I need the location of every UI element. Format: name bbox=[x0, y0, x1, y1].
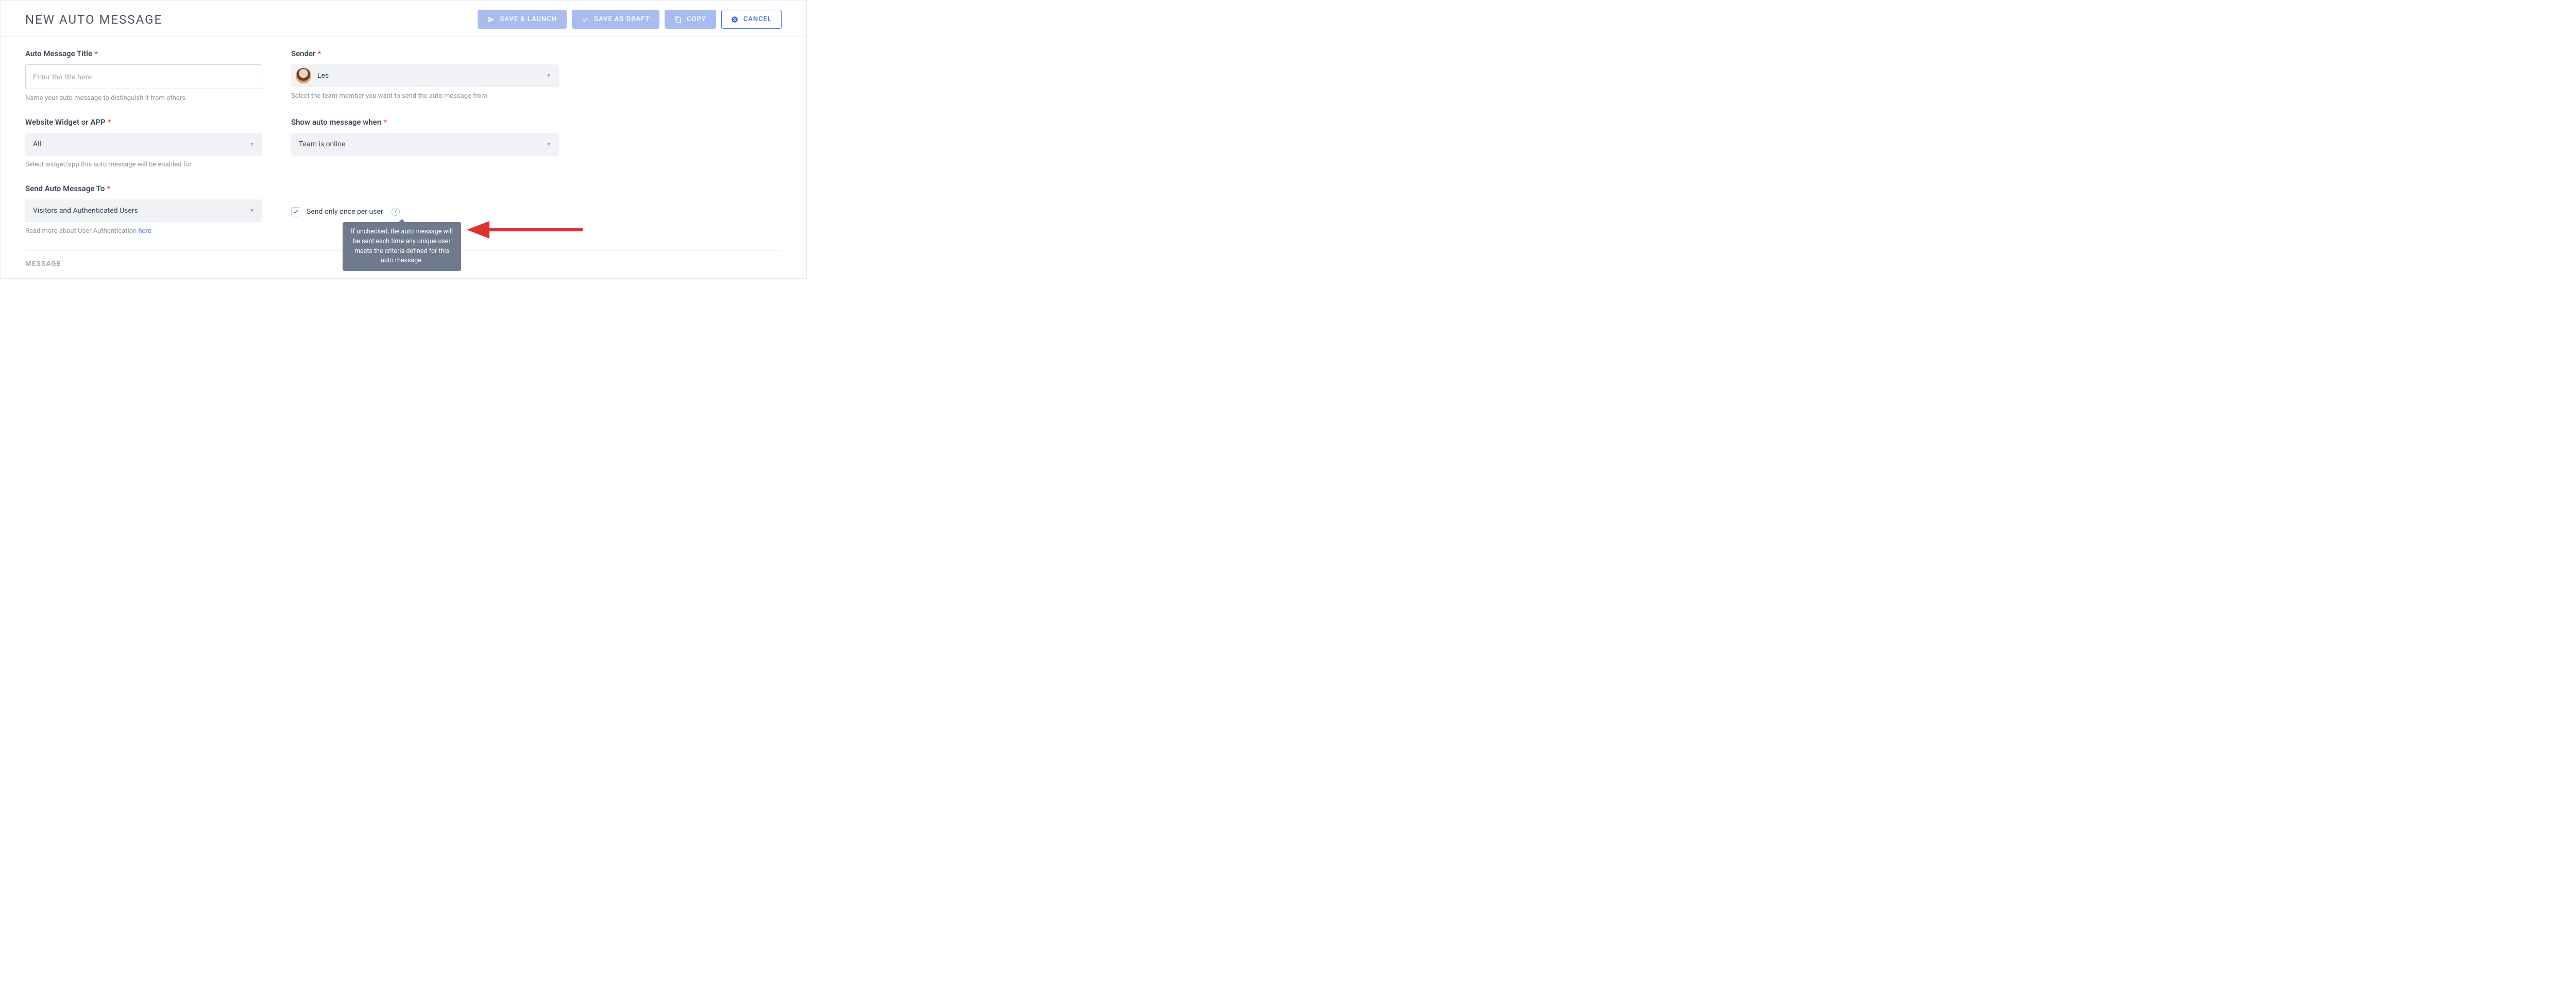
field-show-when: Show auto message when* Team is online ▼ bbox=[291, 117, 559, 168]
copy-button[interactable]: COPY bbox=[665, 10, 716, 29]
copy-icon bbox=[674, 16, 682, 23]
chevron-down-icon: ▼ bbox=[546, 142, 551, 147]
cancel-icon bbox=[731, 16, 738, 23]
label-title: Auto Message Title* bbox=[25, 49, 262, 58]
show-when-value: Team is online bbox=[299, 140, 345, 148]
chevron-down-icon: ▼ bbox=[546, 73, 551, 79]
required-asterisk: * bbox=[94, 49, 98, 58]
chevron-down-icon: ▼ bbox=[249, 208, 255, 214]
field-widget: Website Widget or APP* All ▼ Select widg… bbox=[25, 117, 262, 168]
chevron-down-icon: ▼ bbox=[249, 142, 255, 147]
auth-link[interactable]: here bbox=[138, 227, 151, 235]
field-send-to: Send Auto Message To* Visitors and Authe… bbox=[25, 184, 262, 235]
send-once-tooltip: If unchecked, the auto message will be s… bbox=[343, 222, 461, 271]
required-asterisk: * bbox=[108, 117, 111, 127]
save-draft-label: SAVE AS DRAFT bbox=[594, 15, 650, 23]
checkmark-icon bbox=[293, 209, 299, 215]
send-once-label: Send only once per user bbox=[307, 208, 383, 216]
send-once-row: Send only once per user ? bbox=[291, 207, 559, 216]
send-to-value: Visitors and Authenticated Users bbox=[33, 207, 138, 215]
widget-value: All bbox=[33, 140, 41, 148]
send-once-checkbox[interactable] bbox=[291, 207, 300, 216]
page-header: NEW AUTO MESSAGE SAVE & LAUNCH SAVE AS D… bbox=[1, 1, 806, 37]
field-sender: Sender* Les ▼ Select the team member you… bbox=[291, 49, 559, 102]
page-title: NEW AUTO MESSAGE bbox=[25, 12, 162, 27]
save-launch-button[interactable]: SAVE & LAUNCH bbox=[478, 10, 567, 29]
label-send-to: Send Auto Message To* bbox=[25, 184, 262, 193]
check-icon bbox=[582, 16, 589, 23]
show-when-select[interactable]: Team is online ▼ bbox=[291, 133, 559, 156]
required-asterisk: * bbox=[107, 184, 110, 193]
label-show-when: Show auto message when* bbox=[291, 117, 559, 127]
help-sender: Select the team member you want to send … bbox=[291, 92, 559, 100]
cancel-label: CANCEL bbox=[743, 15, 772, 23]
paper-plane-icon bbox=[487, 16, 495, 23]
title-input[interactable] bbox=[25, 64, 262, 89]
label-sender: Sender* bbox=[291, 49, 559, 58]
send-to-select[interactable]: Visitors and Authenticated Users ▼ bbox=[25, 199, 262, 222]
help-icon[interactable]: ? bbox=[392, 208, 400, 216]
field-title: Auto Message Title* Name your auto messa… bbox=[25, 49, 262, 102]
save-draft-button[interactable]: SAVE AS DRAFT bbox=[572, 10, 659, 29]
help-widget: Select widget/app this auto message will… bbox=[25, 161, 262, 168]
save-launch-label: SAVE & LAUNCH bbox=[500, 15, 557, 23]
avatar bbox=[296, 68, 311, 83]
widget-select[interactable]: All ▼ bbox=[25, 133, 262, 156]
help-send-to: Read more about User Authentication here bbox=[25, 227, 262, 235]
label-widget: Website Widget or APP* bbox=[25, 117, 262, 127]
sender-value: Les bbox=[317, 72, 329, 80]
required-asterisk: * bbox=[383, 117, 387, 127]
form-area: Auto Message Title* Name your auto messa… bbox=[1, 37, 806, 235]
required-asterisk: * bbox=[318, 49, 321, 58]
sender-select[interactable]: Les ▼ bbox=[291, 64, 559, 87]
page-root: NEW AUTO MESSAGE SAVE & LAUNCH SAVE AS D… bbox=[0, 0, 807, 279]
help-title: Name your auto message to distinguish it… bbox=[25, 94, 262, 102]
header-actions: SAVE & LAUNCH SAVE AS DRAFT COPY CANCEL bbox=[478, 10, 782, 29]
copy-label: COPY bbox=[687, 15, 706, 23]
cancel-button[interactable]: CANCEL bbox=[721, 10, 782, 29]
